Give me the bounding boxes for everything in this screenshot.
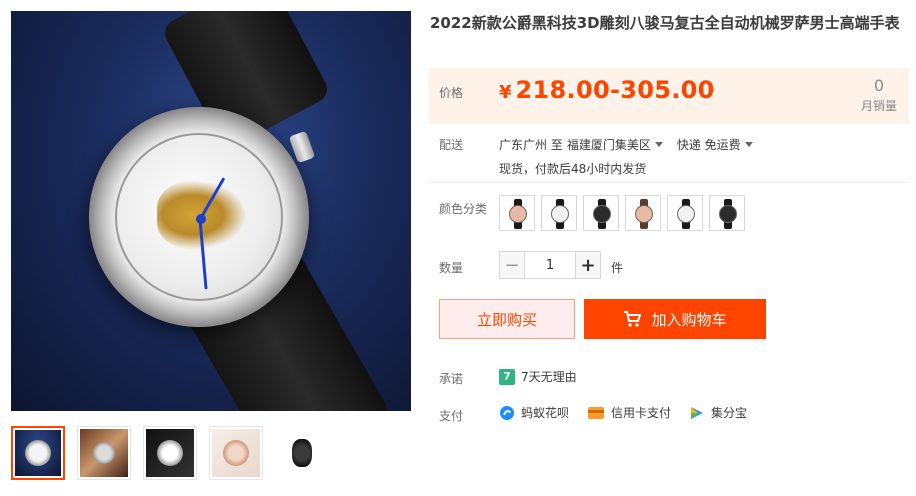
monthly-sales: 0 月销量 xyxy=(861,76,897,114)
price-range: 218.00-305.00 xyxy=(515,76,715,104)
ship-method: 快递 免运费 xyxy=(676,138,741,152)
color-label: 颜色分类 xyxy=(439,202,488,216)
price-label: 价格 xyxy=(439,86,464,100)
add-to-cart-label: 加入购物车 xyxy=(651,310,727,329)
thumbnail-2[interactable] xyxy=(77,426,131,480)
chevron-down-icon xyxy=(654,142,663,147)
quantity-label: 数量 xyxy=(439,261,464,275)
quantity-input[interactable] xyxy=(525,251,575,279)
price-panel: 价格 ¥218.00-305.00 0 月销量 xyxy=(429,68,909,124)
shipping-line: 广东广州 至 福建厦门集美区 快递 免运费 xyxy=(499,136,763,153)
thumbnail-4[interactable] xyxy=(209,426,263,480)
ship-method-select[interactable]: 快递 免运费 xyxy=(677,136,753,153)
ship-note: 现货，付款后48小时内发货 xyxy=(499,162,647,176)
quantity-stepper: − + xyxy=(499,251,601,279)
payment-credit-card[interactable]: 信用卡支付 xyxy=(587,404,671,421)
jifenbao-icon xyxy=(691,406,704,419)
promise-label: 承诺 xyxy=(439,372,464,386)
color-swatch-6[interactable] xyxy=(709,195,745,231)
thumbnail-1[interactable] xyxy=(11,426,65,480)
promise-item[interactable]: 7 7天无理由 xyxy=(499,368,577,385)
main-product-image[interactable] xyxy=(11,11,411,411)
watch-dial xyxy=(115,133,283,301)
quantity-decrease-button[interactable]: − xyxy=(499,251,525,279)
ship-destination: 福建厦门集美区 xyxy=(566,138,651,152)
credit-card-icon xyxy=(588,406,605,419)
center-pin xyxy=(196,214,206,224)
payment-credit-card-label: 信用卡支付 xyxy=(611,406,672,420)
buy-now-label: 立即购买 xyxy=(476,310,537,329)
huabei-icon xyxy=(500,405,514,420)
color-swatch-1[interactable] xyxy=(499,195,535,231)
thumbnail-5[interactable] xyxy=(275,426,329,480)
seven-day-return-icon: 7 xyxy=(499,368,515,385)
chevron-down-icon xyxy=(744,142,753,147)
payment-methods: 蚂蚁花呗 信用卡支付 集分宝 xyxy=(499,404,747,421)
color-swatch-2[interactable] xyxy=(541,195,577,231)
cart-icon xyxy=(624,311,642,327)
color-swatches xyxy=(499,195,745,231)
shipping-label: 配送 xyxy=(439,138,464,152)
color-swatch-4[interactable] xyxy=(625,195,661,231)
product-title: 2022新款公爵黑科技3D雕刻八骏马复古全自动机械罗萨男士高端手表 xyxy=(430,14,900,32)
thumbnail-strip xyxy=(11,426,329,480)
currency-symbol: ¥ xyxy=(499,82,512,103)
color-swatch-3[interactable] xyxy=(583,195,619,231)
ship-destination-select[interactable]: 福建厦门集美区 xyxy=(567,136,663,153)
payment-jifenbao[interactable]: 集分宝 xyxy=(689,404,747,421)
watch-crown xyxy=(288,130,316,164)
buy-now-button[interactable]: 立即购买 xyxy=(439,299,575,339)
payment-huabei-label: 蚂蚁花呗 xyxy=(521,406,570,420)
sales-label: 月销量 xyxy=(860,99,897,113)
payment-jifenbao-label: 集分宝 xyxy=(711,406,748,420)
quantity-increase-button[interactable]: + xyxy=(575,251,601,279)
payment-label: 支付 xyxy=(439,409,464,423)
thumbnail-3[interactable] xyxy=(143,426,197,480)
divider xyxy=(429,182,909,183)
sales-count: 0 xyxy=(873,76,885,95)
color-swatch-5[interactable] xyxy=(667,195,703,231)
watch-case xyxy=(89,107,309,327)
ship-from: 广东广州 至 xyxy=(499,138,563,152)
payment-huabei[interactable]: 蚂蚁花呗 xyxy=(499,404,569,421)
promise-text: 7天无理由 xyxy=(521,370,577,384)
add-to-cart-button[interactable]: 加入购物车 xyxy=(584,299,766,339)
price-value: ¥218.00-305.00 xyxy=(499,76,715,104)
quantity-unit: 件 xyxy=(611,261,624,275)
